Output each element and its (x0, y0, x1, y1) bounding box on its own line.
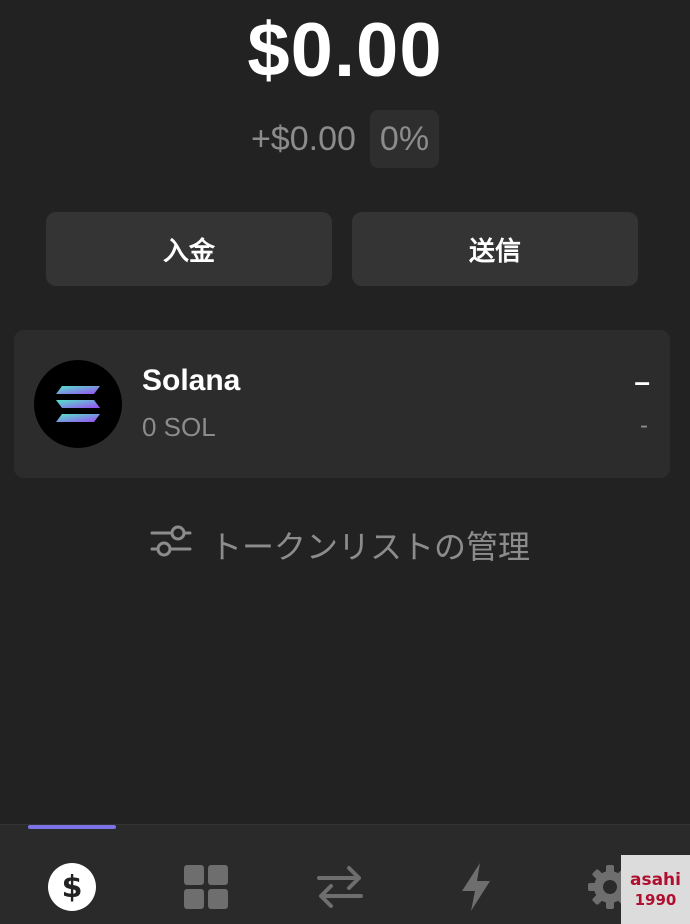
watermark-line-1: asahi (630, 869, 681, 890)
svg-text:$: $ (62, 870, 83, 905)
total-balance: $0.00 (247, 8, 443, 93)
send-button[interactable]: 送信 (352, 212, 638, 286)
change-percent-badge: 0% (369, 110, 440, 168)
token-value: – (634, 366, 650, 397)
sliders-icon (150, 523, 192, 567)
watermark-line-2: 1990 (634, 890, 677, 909)
deposit-button[interactable]: 入金 (46, 212, 332, 286)
tab-activity[interactable] (450, 861, 502, 913)
grid-icon (184, 865, 228, 909)
watermark-logo: asahi 1990 (621, 855, 690, 924)
manage-token-list-button[interactable]: トークンリストの管理 (150, 522, 530, 568)
balance-change-row: +$0.00 0% (0, 110, 690, 168)
dollar-icon: $ (48, 863, 96, 911)
token-amount: 0 SOL (142, 412, 216, 442)
tab-collectibles[interactable] (180, 861, 232, 913)
tab-wallet[interactable]: $ (46, 861, 98, 913)
active-tab-indicator (28, 825, 116, 829)
change-amount: +$0.00 (250, 119, 356, 158)
token-name: Solana (142, 364, 241, 397)
lightning-icon (462, 863, 490, 911)
token-row-solana[interactable]: Solana 0 SOL – - (14, 330, 670, 478)
manage-token-list-label: トークンリストの管理 (210, 528, 531, 566)
solana-logo-icon (34, 360, 122, 448)
tab-swap[interactable] (314, 861, 366, 913)
token-change: - (640, 412, 648, 439)
bottom-tab-bar: $ (0, 824, 690, 924)
swap-arrows-icon (317, 866, 363, 908)
